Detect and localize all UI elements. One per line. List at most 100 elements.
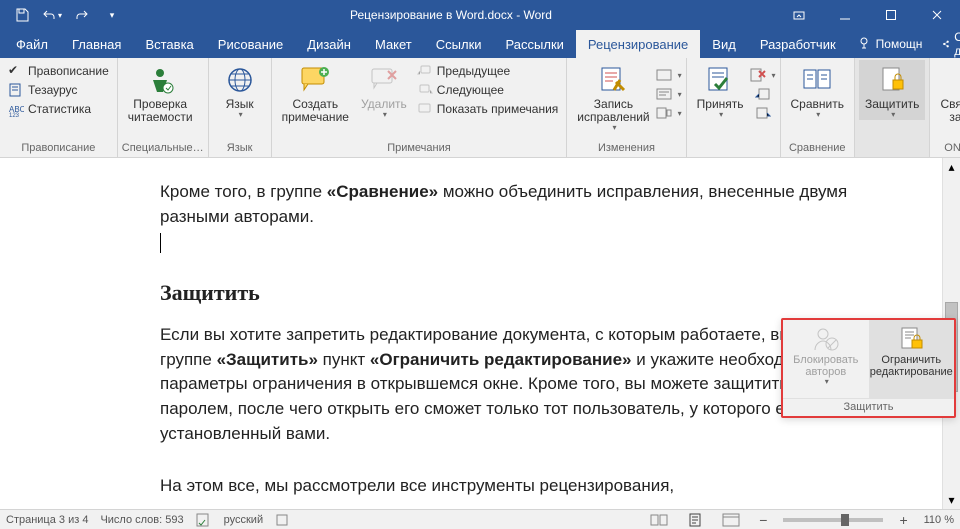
- linked-notes-button[interactable]: N Связанные заметки: [934, 60, 960, 124]
- next-comment-label: Следующее: [437, 83, 504, 97]
- track-changes-label: Запись исправлений: [577, 98, 649, 124]
- minimize-button[interactable]: [822, 0, 868, 30]
- group-compare-label: Сравнение: [785, 140, 850, 157]
- read-mode-button[interactable]: [647, 511, 671, 529]
- restrict-editing-button[interactable]: Ограничить редактирование: [869, 320, 955, 398]
- restrict-editing-label: Ограничить редактирование: [870, 354, 953, 378]
- zoom-in-button[interactable]: +: [895, 512, 911, 528]
- check-accessibility-label: Проверка читаемости: [128, 98, 193, 124]
- tab-file[interactable]: Файл: [4, 30, 60, 58]
- document-area: Кроме того, в группе «Сравнение» можно о…: [0, 158, 960, 509]
- tell-me-label: Помощн: [876, 37, 923, 51]
- window-controls: [776, 0, 960, 30]
- zoom-level[interactable]: 110 %: [924, 514, 954, 526]
- accept-button[interactable]: Принять▾: [691, 60, 750, 120]
- zoom-slider-thumb[interactable]: [841, 514, 849, 526]
- word-count-status[interactable]: Число слов: 593: [100, 514, 183, 526]
- protect-popup-label: Защитить: [783, 398, 954, 416]
- protect-dropdown-panel: Блокировать авторов▾ Ограничить редактир…: [781, 318, 956, 418]
- group-changes: Принять▾ ▾: [687, 58, 781, 157]
- tab-view[interactable]: Вид: [700, 30, 748, 58]
- group-protect-label: [859, 140, 925, 157]
- tracking-opt1-button[interactable]: ▾: [658, 66, 680, 84]
- spelling-button[interactable]: ✔Правописание: [6, 62, 111, 80]
- svg-text:123: 123: [9, 113, 20, 117]
- tab-review[interactable]: Рецензирование: [576, 30, 700, 58]
- macro-status[interactable]: [275, 513, 289, 527]
- thesaurus-label: Тезаурус: [28, 83, 77, 97]
- new-comment-label: Создать примечание: [282, 98, 349, 124]
- qat-customize-button[interactable]: ▾: [98, 3, 126, 27]
- block-authors-label: Блокировать авторов: [793, 354, 858, 378]
- tab-mailings[interactable]: Рассылки: [494, 30, 576, 58]
- scroll-down-button[interactable]: ▾: [943, 491, 960, 509]
- share-label: Общий доступ: [954, 30, 960, 58]
- group-changes-label: [691, 140, 776, 157]
- group-tracking: Запись исправлений▾ ▾ ▾ ▾ Изменения: [567, 58, 686, 157]
- prev-change-button[interactable]: [752, 85, 774, 103]
- tab-design[interactable]: Дизайн: [295, 30, 363, 58]
- group-comments: Создать примечание Удалить▾ Предыдущее С…: [272, 58, 568, 157]
- previous-comment-label: Предыдущее: [437, 64, 510, 78]
- new-comment-button[interactable]: Создать примечание: [276, 60, 355, 124]
- check-accessibility-button[interactable]: Проверка читаемости: [122, 60, 199, 124]
- tab-developer[interactable]: Разработчик: [748, 30, 848, 58]
- tracking-opt3-button[interactable]: ▾: [658, 104, 680, 122]
- group-accessibility-label: Специальные…: [122, 140, 204, 157]
- maximize-button[interactable]: [868, 0, 914, 30]
- paragraph[interactable]: Кроме того, в группе «Сравнение» можно о…: [160, 180, 880, 229]
- share-button[interactable]: Общий доступ: [932, 30, 960, 58]
- thesaurus-button[interactable]: Тезаурус: [6, 81, 111, 99]
- redo-button[interactable]: [68, 3, 96, 27]
- tab-references[interactable]: Ссылки: [424, 30, 494, 58]
- status-bar: Страница 3 из 4 Число слов: 593 русский …: [0, 509, 960, 529]
- spelling-label: Правописание: [28, 64, 109, 78]
- zoom-slider[interactable]: [783, 518, 883, 522]
- previous-comment-button[interactable]: Предыдущее: [415, 62, 561, 80]
- tab-layout[interactable]: Макет: [363, 30, 424, 58]
- tab-home[interactable]: Главная: [60, 30, 133, 58]
- reject-button[interactable]: ▾: [752, 66, 774, 84]
- next-comment-button[interactable]: Следующее: [415, 81, 561, 99]
- compare-button[interactable]: Сравнить▾: [785, 60, 850, 120]
- tab-insert[interactable]: Вставка: [133, 30, 205, 58]
- show-comments-button[interactable]: Показать примечания: [415, 100, 561, 118]
- tracking-opt2-button[interactable]: ▾: [658, 85, 680, 103]
- zoom-out-button[interactable]: −: [755, 512, 771, 528]
- group-onenote-label: ONENOTE: [934, 140, 960, 157]
- print-layout-button[interactable]: [683, 511, 707, 529]
- ribbon-options-button[interactable]: [776, 0, 822, 30]
- cursor-line[interactable]: [160, 233, 880, 253]
- paragraph[interactable]: Если вы хотите запретить редактирование …: [160, 323, 880, 446]
- tell-me-button[interactable]: Помощн: [848, 30, 933, 58]
- linked-notes-label: Связанные заметки: [940, 98, 960, 124]
- undo-button[interactable]: ▾: [38, 3, 66, 27]
- title-bar: ▾ ▾ Рецензирование в Word.docx - Word: [0, 0, 960, 30]
- page-number-status[interactable]: Страница 3 из 4: [6, 514, 88, 526]
- protect-button[interactable]: Защитить▾: [859, 60, 925, 120]
- delete-comment-button[interactable]: Удалить▾: [355, 60, 413, 120]
- scroll-up-button[interactable]: ▴: [943, 158, 960, 176]
- group-onenote: N Связанные заметки ONENOTE: [930, 58, 960, 157]
- close-button[interactable]: [914, 0, 960, 30]
- next-change-button[interactable]: [752, 104, 774, 122]
- group-accessibility: Проверка читаемости Специальные…: [118, 58, 209, 157]
- block-authors-button[interactable]: Блокировать авторов▾: [783, 320, 869, 398]
- save-button[interactable]: [8, 3, 36, 27]
- group-proofing-label: Правописание: [4, 140, 113, 157]
- spell-check-status[interactable]: [196, 513, 212, 527]
- heading[interactable]: Защитить: [160, 277, 880, 309]
- ribbon: ✔Правописание Тезаурус ABC123Статистика …: [0, 58, 960, 158]
- word-count-button[interactable]: ABC123Статистика: [6, 100, 111, 118]
- language-button[interactable]: Язык▾: [213, 60, 267, 120]
- tab-draw[interactable]: Рисование: [206, 30, 295, 58]
- word-count-label: Статистика: [28, 102, 91, 116]
- paragraph[interactable]: На этом все, мы рассмотрели все инструме…: [160, 474, 880, 499]
- language-status[interactable]: русский: [224, 514, 263, 526]
- ribbon-tabs: Файл Главная Вставка Рисование Дизайн Ма…: [0, 30, 960, 58]
- quick-access-toolbar: ▾ ▾: [0, 3, 126, 27]
- group-language: Язык▾ Язык: [209, 58, 272, 157]
- track-changes-button[interactable]: Запись исправлений▾: [571, 60, 655, 133]
- web-layout-button[interactable]: [719, 511, 743, 529]
- group-compare: Сравнить▾ Сравнение: [781, 58, 855, 157]
